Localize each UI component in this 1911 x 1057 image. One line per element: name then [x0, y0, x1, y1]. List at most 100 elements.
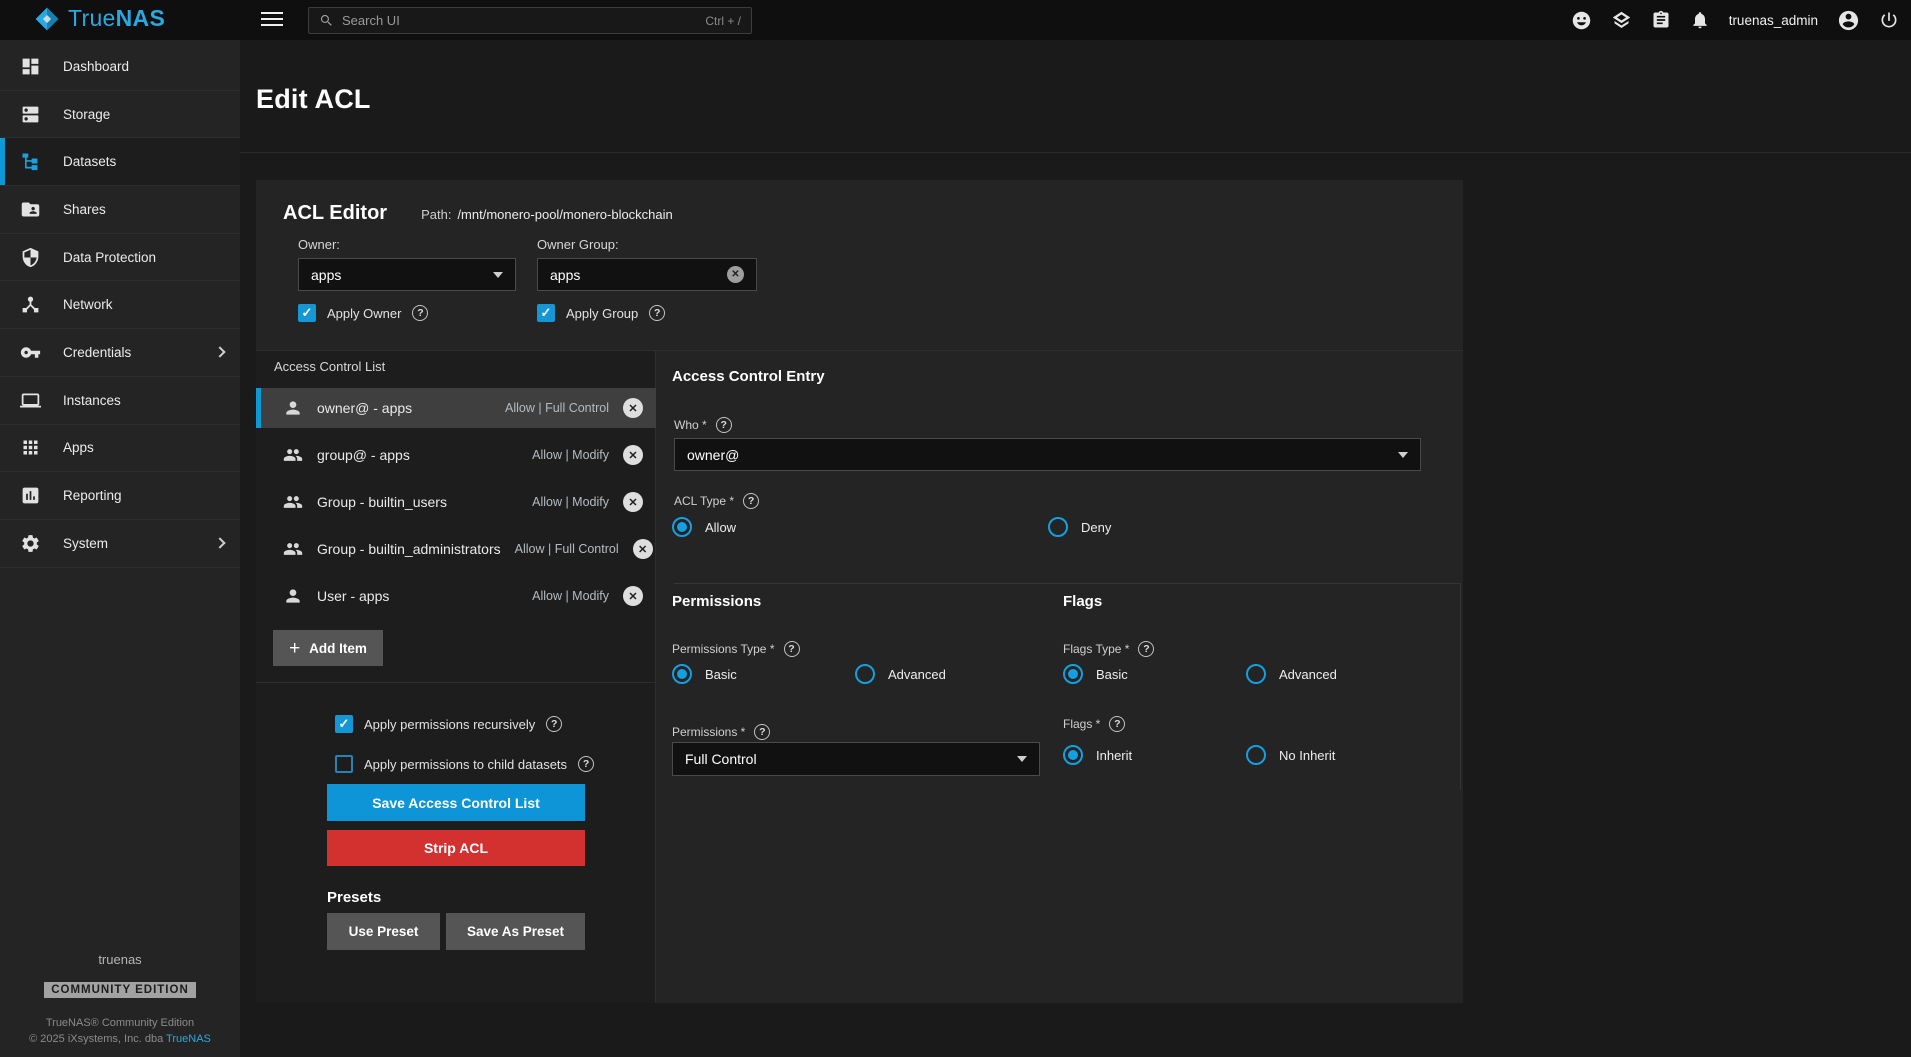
acl-entry-row[interactable]: group@ - apps Allow | Modify ✕ [256, 435, 656, 475]
help-icon[interactable] [1138, 641, 1154, 657]
apply-owner-checkbox[interactable] [298, 304, 316, 322]
help-icon[interactable] [578, 756, 594, 772]
sidebar-item-instances[interactable]: Instances [0, 377, 240, 425]
remove-entry-icon[interactable]: ✕ [623, 398, 643, 418]
radio-icon [672, 664, 692, 684]
permissions-type-advanced-radio[interactable]: Advanced [855, 664, 946, 684]
flags-label: Flags * [1063, 716, 1125, 732]
strip-acl-button[interactable]: Strip ACL [327, 830, 585, 866]
use-preset-button[interactable]: Use Preset [327, 913, 440, 950]
radio-icon [1246, 745, 1266, 765]
help-icon[interactable] [649, 305, 665, 321]
permissions-type-basic-radio[interactable]: Basic [672, 664, 737, 684]
sidebar-item-apps[interactable]: Apps [0, 425, 240, 473]
apply-group-checkbox-row: Apply Group [537, 304, 665, 322]
recursive-checkbox-row: Apply permissions recursively [335, 715, 562, 733]
sidebar-item-datasets[interactable]: Datasets [0, 138, 240, 186]
owner-group-input[interactable]: apps ✕ [537, 258, 757, 291]
search-bar[interactable]: Ctrl + / [308, 7, 752, 34]
owner-label: Owner: [298, 237, 340, 252]
remove-entry-icon[interactable]: ✕ [623, 445, 643, 465]
ace-heading: Access Control Entry [672, 368, 825, 385]
acl-entry-row[interactable]: Group - builtin_users Allow | Modify ✕ [256, 482, 656, 522]
permissions-select[interactable]: Full Control [672, 742, 1040, 776]
remove-entry-icon[interactable]: ✕ [633, 539, 653, 559]
acl-entry-row[interactable]: User - apps Allow | Modify ✕ [256, 576, 656, 616]
who-label: Who * [674, 417, 732, 433]
truenas-diamond-icon [34, 6, 60, 32]
power-icon[interactable] [1879, 10, 1899, 30]
acl-type-allow-radio[interactable]: Allow [672, 517, 736, 537]
person-icon [283, 586, 303, 606]
truenas-logo[interactable]: TrueNAS [34, 5, 165, 32]
remove-entry-icon[interactable]: ✕ [623, 586, 643, 606]
permissions-type-label: Permissions Type * [672, 641, 800, 657]
flags-type-advanced-radio[interactable]: Advanced [1246, 664, 1337, 684]
owner-select[interactable]: apps [298, 258, 516, 291]
help-icon[interactable] [743, 493, 759, 509]
people-icon [283, 445, 303, 465]
people-icon [283, 492, 303, 512]
sidebar: Dashboard Storage Datasets Shares Data P… [0, 40, 240, 1057]
child-datasets-checkbox[interactable] [335, 755, 353, 773]
remove-entry-icon[interactable]: ✕ [623, 492, 643, 512]
flags-no-inherit-radio[interactable]: No Inherit [1246, 745, 1335, 765]
truenas-link[interactable]: TrueNAS [166, 1033, 211, 1045]
access-control-entry-panel: Access Control Entry Who * owner@ ACL Ty… [656, 351, 1463, 1003]
datasets-tree-icon [20, 151, 41, 172]
sidebar-item-shares[interactable]: Shares [0, 186, 240, 234]
child-datasets-checkbox-row: Apply permissions to child datasets [335, 755, 594, 773]
menu-hamburger-icon[interactable] [261, 11, 283, 27]
people-icon [283, 539, 303, 559]
sidebar-item-credentials[interactable]: Credentials [0, 329, 240, 377]
sidebar-item-system[interactable]: System [0, 520, 240, 568]
edition-fineprint: TrueNAS® Community Edition © 2025 iXsyst… [0, 1015, 240, 1047]
sidebar-item-network[interactable]: Network [0, 281, 240, 329]
acl-type-deny-radio[interactable]: Deny [1048, 517, 1111, 537]
help-icon[interactable] [754, 724, 770, 740]
help-icon[interactable] [716, 417, 732, 433]
who-select[interactable]: owner@ [674, 438, 1421, 471]
flags-type-basic-radio[interactable]: Basic [1063, 664, 1128, 684]
flags-inherit-radio[interactable]: Inherit [1063, 745, 1132, 765]
gear-icon [20, 533, 41, 554]
radio-icon [672, 517, 692, 537]
help-icon[interactable] [1109, 716, 1125, 732]
dropdown-caret-icon [1017, 756, 1027, 762]
acl-entry-row[interactable]: Group - builtin_administrators Allow | F… [256, 529, 656, 569]
sidebar-item-dashboard[interactable]: Dashboard [0, 43, 240, 91]
storage-icon [20, 104, 41, 125]
acl-list-title: Access Control List [274, 359, 385, 374]
truenas-stack-icon[interactable] [1611, 10, 1632, 31]
acl-entry-row[interactable]: owner@ - apps Allow | Full Control ✕ [256, 388, 656, 428]
feedback-smiley-icon[interactable] [1571, 10, 1592, 31]
radio-icon [1246, 664, 1266, 684]
save-as-preset-button[interactable]: Save As Preset [446, 913, 585, 950]
radio-icon [1063, 664, 1083, 684]
flags-type-label: Flags Type * [1063, 641, 1154, 657]
dropdown-caret-icon [1398, 452, 1408, 458]
dataset-path: Path:/mnt/monero-pool/monero-blockchain [421, 207, 673, 222]
apply-group-checkbox[interactable] [537, 304, 555, 322]
apps-grid-icon [20, 437, 41, 458]
recursive-checkbox[interactable] [335, 715, 353, 733]
add-item-button[interactable]: + Add Item [273, 630, 383, 666]
radio-icon [855, 664, 875, 684]
permissions-label: Permissions * [672, 724, 770, 740]
form-vertical-divider [1460, 583, 1461, 790]
sidebar-item-storage[interactable]: Storage [0, 91, 240, 139]
chevron-right-icon [214, 347, 225, 358]
clipboard-icon[interactable] [1651, 10, 1671, 30]
clear-icon[interactable]: ✕ [727, 266, 744, 283]
sidebar-item-data-protection[interactable]: Data Protection [0, 234, 240, 282]
sidebar-item-reporting[interactable]: Reporting [0, 472, 240, 520]
help-icon[interactable] [784, 641, 800, 657]
main-content: Edit ACL ACL Editor Path:/mnt/monero-poo… [240, 40, 1911, 1057]
save-acl-button[interactable]: Save Access Control List [327, 784, 585, 821]
account-icon[interactable] [1837, 9, 1860, 32]
notifications-bell-icon[interactable] [1690, 10, 1710, 30]
help-icon[interactable] [412, 305, 428, 321]
search-input[interactable] [342, 13, 697, 28]
radio-icon [1048, 517, 1068, 537]
help-icon[interactable] [546, 716, 562, 732]
